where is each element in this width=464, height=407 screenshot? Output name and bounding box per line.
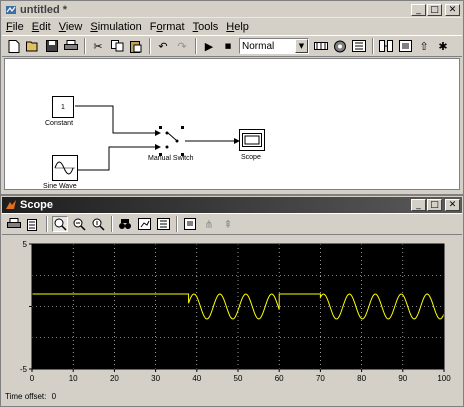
paste-icon[interactable] [128, 38, 144, 54]
toolbar-separator [46, 216, 48, 232]
scope-plot-area[interactable]: 0 10 20 30 40 50 60 70 80 90 100 5 -5 [4, 236, 460, 396]
stop-simulation-icon[interactable]: ■ [220, 38, 236, 54]
x-tick-label: 30 [151, 374, 160, 383]
floating-scope-icon[interactable] [182, 216, 198, 232]
sine-wave-block[interactable] [52, 155, 78, 181]
status-bar: Time offset: 0 [5, 392, 56, 401]
simulink-icon [5, 4, 17, 16]
model-browser-icon[interactable] [351, 38, 367, 54]
save-icon[interactable] [44, 38, 60, 54]
scope-label: Scope [241, 154, 261, 161]
manual-switch-symbol [159, 126, 184, 156]
scope-title: Scope [20, 199, 54, 211]
menu-view[interactable]: View [59, 21, 83, 33]
constant-block[interactable]: 1 [52, 96, 74, 118]
debug-icon[interactable]: ✱ [435, 38, 451, 54]
signal-line-constant [75, 105, 155, 134]
toolbar-separator [149, 38, 151, 54]
x-tick-label: 60 [275, 374, 284, 383]
sine-wave-icon [54, 161, 75, 175]
zoom-y-icon[interactable] [90, 216, 106, 232]
cut-icon[interactable]: ✂ [90, 38, 106, 54]
minimize-button[interactable]: _ [411, 3, 426, 16]
close-button[interactable]: ✕ [445, 199, 460, 211]
zoom-icon[interactable] [52, 216, 68, 232]
build-icon[interactable] [313, 38, 329, 54]
x-tick-label: 20 [110, 374, 119, 383]
simulation-mode-select[interactable]: Normal ▼ [239, 38, 309, 54]
x-tick-label: 70 [316, 374, 325, 383]
simulation-mode-value: Normal [242, 40, 275, 52]
print-icon[interactable] [63, 38, 79, 54]
scope-titlebar[interactable]: Scope _ □ ✕ [2, 197, 462, 213]
maximize-button[interactable]: □ [427, 199, 442, 211]
open-icon[interactable] [25, 38, 41, 54]
signal-selector-icon[interactable]: ⇞ [220, 216, 236, 232]
model-title: untitled * [20, 3, 68, 16]
menubar: File Edit View Simulation Format Tools H… [2, 19, 462, 35]
scope-window: Scope _ □ ✕ ⋔ ⇞ 0 10 20 30 40 50 60 70 80 90 100 5 -… [0, 195, 464, 407]
model-canvas[interactable]: 1 Constant Sine Wave Manual Switch Scope [4, 58, 460, 190]
x-tick-label: 80 [357, 374, 366, 383]
close-button[interactable]: ✕ [445, 3, 460, 16]
arrow-head [155, 144, 161, 150]
y-tick-label: -5 [20, 365, 28, 374]
menu-simulation[interactable]: Simulation [90, 21, 141, 33]
minimize-button[interactable]: _ [411, 199, 426, 211]
scope-toolbar: ⋔ ⇞ [2, 213, 462, 235]
print-icon[interactable] [6, 216, 22, 232]
x-tick-label: 50 [234, 374, 243, 383]
signal-line-sine [78, 146, 155, 171]
constant-label: Constant [45, 120, 74, 127]
signal-selection-icon[interactable]: ⋔ [201, 216, 217, 232]
copy-icon[interactable] [109, 38, 125, 54]
x-tick-label: 0 [30, 374, 35, 383]
toolbar-separator [111, 216, 113, 232]
menu-tools[interactable]: Tools [193, 21, 219, 33]
time-offset-value: 0 [51, 392, 57, 401]
toolbar-separator [84, 38, 86, 54]
save-axes-settings-icon[interactable] [136, 216, 152, 232]
toolbar-separator [195, 38, 197, 54]
start-simulation-icon[interactable]: ▶ [201, 38, 217, 54]
scope-icon [242, 133, 262, 147]
scope-chart[interactable]: 0 10 20 30 40 50 60 70 80 90 100 5 -5 [4, 236, 460, 396]
matlab-icon [5, 199, 17, 211]
library-browser-icon[interactable] [332, 38, 348, 54]
model-titlebar[interactable]: untitled * _ □ ✕ [2, 2, 462, 18]
undo-icon[interactable]: ↶ [155, 38, 171, 54]
subsystem-icon[interactable] [397, 38, 413, 54]
autoscale-icon[interactable] [117, 216, 133, 232]
chevron-down-icon[interactable]: ▼ [295, 39, 308, 53]
model-window: untitled * _ □ ✕ File Edit View Simulati… [0, 0, 464, 195]
menu-format[interactable]: Format [150, 21, 185, 33]
y-tick-label: 5 [23, 240, 28, 249]
x-tick-label: 40 [192, 374, 201, 383]
go-to-parent-icon[interactable]: ⇧ [416, 38, 432, 54]
manual-switch-label: Manual Switch [148, 155, 194, 162]
new-icon[interactable] [6, 38, 22, 54]
x-tick-label: 90 [398, 374, 407, 383]
toolbar-separator [176, 216, 178, 232]
scope-block[interactable] [239, 129, 265, 151]
restore-axes-settings-icon[interactable] [155, 216, 171, 232]
maximize-button[interactable]: □ [427, 3, 442, 16]
model-toolbar: ✂ ↶ ↷ ▶ ■ Normal ▼ ⇧ ✱ [2, 35, 462, 57]
arrow-head [155, 130, 161, 136]
menu-file[interactable]: File [6, 21, 24, 33]
menu-edit[interactable]: Edit [32, 21, 51, 33]
parameters-icon[interactable] [25, 216, 41, 232]
time-offset-label: Time offset: [5, 392, 47, 401]
update-diagram-icon[interactable] [378, 38, 394, 54]
constant-value: 1 [61, 103, 65, 111]
redo-icon[interactable]: ↷ [174, 38, 190, 54]
toolbar-separator [372, 38, 374, 54]
x-tick-label: 100 [437, 374, 451, 383]
x-tick-label: 10 [69, 374, 78, 383]
zoom-x-icon[interactable] [71, 216, 87, 232]
menu-help[interactable]: Help [226, 21, 249, 33]
sine-wave-label: Sine Wave [43, 183, 77, 190]
